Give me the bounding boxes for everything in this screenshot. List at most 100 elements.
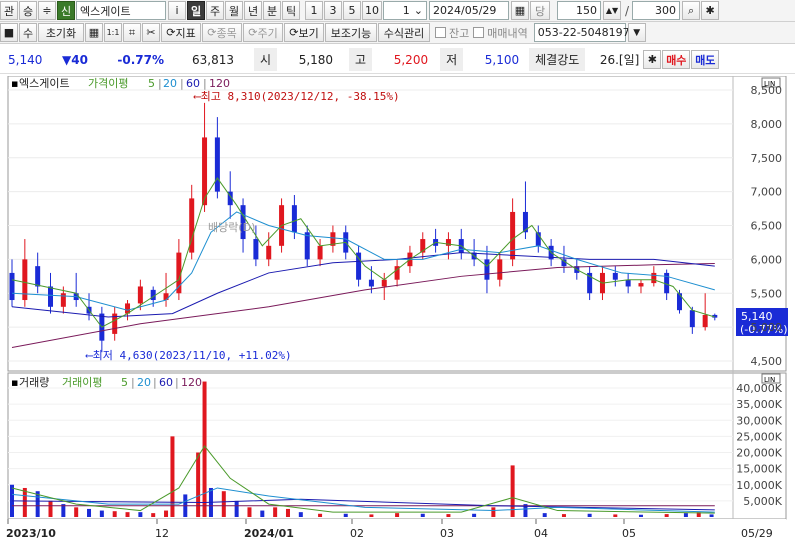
chevron-down-icon: ⌄ [413,4,423,17]
chevron-down-icon[interactable]: ▼ [627,23,646,42]
volume-legend-ma-label: 거래이평 [62,376,102,389]
volume-bar [318,513,323,517]
date-input[interactable]: 2024/05/29 [429,1,509,20]
formula-button[interactable]: 수식관리 [378,23,430,42]
quote-bar: 5,140 ▼40 -0.77% 63,813 시 5,180 고 5,200 … [0,46,795,74]
candle-body [9,272,15,301]
tab-kwan[interactable]: 관 [0,1,18,20]
view-button[interactable]: ⟳ 보기 [284,23,324,42]
stock-chart[interactable]: ▪ 엑스게이트 가격이평 5 | 20 | 60 | 120 LIN ▪ 거래량… [0,76,795,541]
interval-select[interactable]: 1 ⌄ [383,1,427,20]
low-label: 저 [440,48,464,71]
x-axis-label: 12 [155,527,169,540]
minute-5[interactable]: 5 [343,1,361,20]
candle-body [266,245,272,260]
date-mode-button[interactable]: 당 [530,1,550,20]
volume-bar [260,510,265,517]
candle-body [214,137,220,192]
volume-y-tick: 30,000K [736,414,782,427]
candle-body [689,310,695,328]
strength-value: 26.[일] [599,53,640,67]
volume-y-tick: 5,000K [743,495,782,508]
crosshair-icon[interactable]: ⌗ [123,23,141,42]
zoom-icon[interactable]: ⌕ [682,1,701,20]
calendar-icon[interactable]: ▦ [511,1,529,20]
period-year[interactable]: 년 [244,1,262,20]
info-button[interactable]: i [168,1,186,20]
scissors-icon[interactable]: ✂ [142,23,160,42]
current-price: 5,140 [8,52,43,67]
candle-body [368,279,374,287]
volume-bar [221,491,226,517]
volume-y-tick: 10,000K [736,479,782,492]
menu-icon[interactable]: ■ [0,23,18,42]
x-axis-label: 2023/10 [6,527,56,540]
price-y-tick: 8,000 [751,118,783,131]
volume-bar [151,513,156,517]
period-button[interactable]: ⟳ 주기 [243,23,283,42]
mode-1to1-button[interactable]: 1:1 [104,23,122,42]
volume-bar [196,452,201,517]
reset-button[interactable]: 초기화 [38,23,84,42]
buy-button[interactable]: 매수 [662,50,691,69]
volume-bar [99,510,104,517]
period-week[interactable]: 주 [206,1,224,20]
item-button[interactable]: ⟳ 종목 [202,23,242,42]
volume-bar [234,500,239,517]
volume-legend-ma60: 60 [159,376,173,389]
balance-checkbox[interactable] [435,27,446,38]
volume-bar [138,512,143,517]
price-y-axis: 8,500 8,000 7,500 7,000 6,500 6,000 5,500 5,000… [751,84,783,368]
legend-sep: | [153,376,157,389]
grid-icon[interactable]: ▦ [85,23,103,42]
strength-label: 체결강도 [529,48,586,71]
count-input[interactable]: 150 [557,1,601,20]
change-rate: -0.77% [117,52,164,67]
high-annotation-text: 최고 8,310(2023/12/12, -38.15%) [201,90,400,103]
period-month[interactable]: 월 [225,1,243,20]
volume-bar [112,511,117,517]
volume-y-tick: 20,000K [736,447,782,460]
aux-button[interactable]: 보조기능 [325,23,377,42]
price-change: ▼40 [62,52,88,67]
stock-name-input[interactable]: 엑스게이트 [76,1,166,20]
high-annotation: ⟵최고 8,310(2023/12/12, -38.15%) [193,90,400,103]
legend-bullet: ▪ [11,77,18,90]
candle-body [137,286,143,304]
volume-bar [125,512,130,517]
dividend-watermark: 배당락(D) [208,221,255,234]
gear-icon[interactable]: ✱ [643,50,662,69]
open-value: 5,180 [298,52,334,67]
candle-body [48,286,54,307]
minute-10[interactable]: 10 [362,1,382,20]
indicator-label: 지표 [175,26,196,40]
period-day[interactable]: 일 [187,1,205,20]
phone-field[interactable]: 053-22-5048197 [533,23,630,42]
minute-1[interactable]: 1 [305,1,323,20]
count-spinner[interactable]: ▲▼ [603,1,621,20]
item-label: 종목 [216,26,237,40]
period-minute[interactable]: 분 [263,1,281,20]
su-button[interactable]: 수 [19,23,37,42]
volume-bar [491,507,496,517]
legend-sep: | [180,77,184,90]
candle-body [638,283,644,287]
period-tick[interactable]: 틱 [282,1,300,20]
minute-3[interactable]: 3 [324,1,342,20]
stock-stepper[interactable]: ≑ [38,1,56,20]
trade-history-checkbox[interactable] [473,27,485,38]
sell-button[interactable]: 매도 [691,50,720,69]
volume-bar [613,514,618,517]
volume-bar [472,513,477,517]
interval-value: 1 [402,4,410,17]
candle-body [253,239,259,260]
volume-bar [247,507,252,517]
indicator-button[interactable]: ⟳ 지표 [161,23,201,42]
volume-bar [587,513,592,517]
tab-sung[interactable]: 승 [19,1,37,20]
gear-icon[interactable]: ✱ [701,1,720,20]
price-y-tick: 5,500 [751,287,783,300]
volume-bar [395,513,400,517]
candle-body [484,259,490,280]
total-input[interactable]: 300 [632,1,681,20]
